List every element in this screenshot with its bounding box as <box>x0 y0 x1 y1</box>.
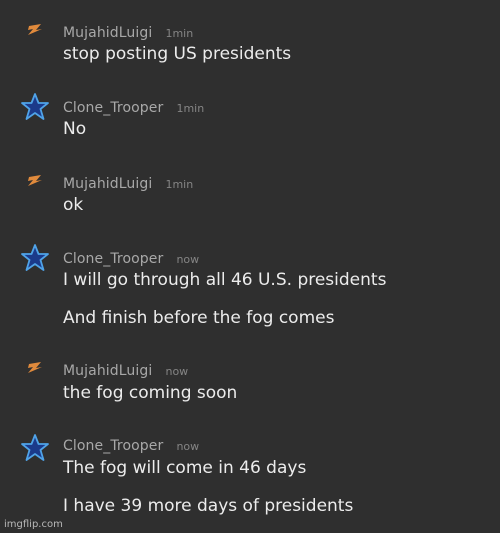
username[interactable]: Clone_Trooper <box>63 100 163 116</box>
message-text: And finish before the fog comes <box>63 308 335 328</box>
username[interactable]: MujahidLuigi <box>63 176 152 192</box>
message-text: ok <box>63 195 84 215</box>
username[interactable]: Clone_Trooper <box>63 438 163 454</box>
orange-lightning-icon[interactable] <box>20 352 50 382</box>
username[interactable]: Clone_Trooper <box>63 251 163 267</box>
message-text: The fog will come in 46 days <box>63 458 307 478</box>
message-text: stop posting US presidents <box>63 44 292 64</box>
blue-star-icon[interactable] <box>20 92 50 122</box>
blue-star-icon[interactable] <box>20 243 50 273</box>
message-text: No <box>63 119 87 139</box>
timestamp: 1min <box>165 27 194 40</box>
timestamp: 1min <box>165 178 194 191</box>
timestamp: now <box>176 253 200 266</box>
username[interactable]: MujahidLuigi <box>63 363 152 379</box>
message-text: the fog coming soon <box>63 383 238 403</box>
message-text: I have 39 more days of presidents <box>63 496 354 516</box>
username[interactable]: MujahidLuigi <box>63 25 152 41</box>
watermark: imgflip.com <box>4 519 63 530</box>
orange-lightning-icon[interactable] <box>20 165 50 195</box>
blue-star-icon[interactable] <box>20 433 50 463</box>
message-text: I will go through all 46 U.S. presidents <box>63 270 387 290</box>
timestamp: now <box>165 365 189 378</box>
timestamp: now <box>176 440 200 453</box>
orange-lightning-icon[interactable] <box>20 14 50 44</box>
timestamp: 1min <box>176 102 205 115</box>
